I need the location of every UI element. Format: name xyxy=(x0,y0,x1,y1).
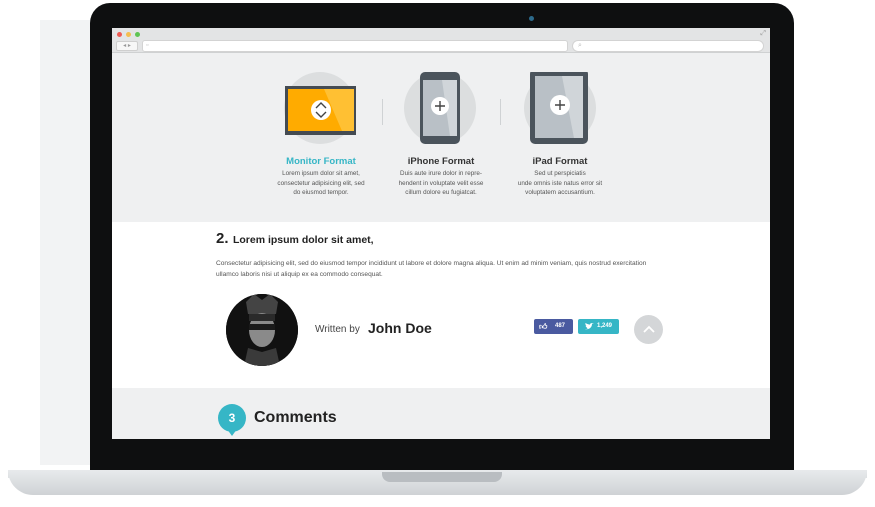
comment-count-tail xyxy=(227,429,237,436)
avatar-portrait xyxy=(226,294,298,366)
page-icon: ▫ xyxy=(146,42,149,49)
article-section: 2. Lorem ipsum dolor sit amet, Consectet… xyxy=(112,222,770,388)
like-button[interactable]: 👍︎ 487 xyxy=(534,319,573,334)
format-title[interactable]: iPad Format xyxy=(490,156,630,167)
section-title: Lorem ipsum dolor sit amet, xyxy=(232,234,374,246)
laptop-notch xyxy=(382,472,502,482)
author-name[interactable]: John Doe xyxy=(368,320,432,336)
twitter-icon xyxy=(585,323,594,330)
tweet-count: 1,249 xyxy=(597,323,613,329)
format-divider xyxy=(500,99,501,125)
format-ipad[interactable] xyxy=(524,69,596,144)
minimize-window-icon[interactable] xyxy=(126,32,131,37)
screen: ◂ ▸ ▫ ⌕ ⤢ Monitor Format Lorem ipsum dol… xyxy=(112,28,770,439)
maximize-window-icon[interactable] xyxy=(135,32,140,37)
iphone-icon xyxy=(420,72,460,144)
format-iphone[interactable] xyxy=(404,72,476,144)
chevron-up-icon xyxy=(642,325,655,333)
back-forward-buttons[interactable]: ◂ ▸ xyxy=(116,41,138,51)
address-bar[interactable]: ▫ xyxy=(142,40,568,52)
comment-count-badge: 3 xyxy=(218,404,246,432)
ipad-icon xyxy=(530,69,588,144)
comments-title: Comments xyxy=(254,409,337,426)
scroll-top-button[interactable] xyxy=(634,315,663,344)
comments-section: 3 Comments xyxy=(112,388,770,439)
section-number: 2. xyxy=(216,230,229,247)
section-heading: 2. Lorem ipsum dolor sit amet, xyxy=(216,230,374,248)
formats-section: Monitor Format Lorem ipsum dolor sit ame… xyxy=(112,53,770,222)
format-monitor[interactable] xyxy=(284,72,357,144)
format-description: Sed ut perspiciatis unde omnis iste natu… xyxy=(517,170,603,196)
browser-search-bar[interactable]: ⌕ xyxy=(572,40,764,52)
camera-icon xyxy=(529,16,534,21)
format-title[interactable]: Monitor Format xyxy=(251,156,391,167)
fullscreen-icon[interactable]: ⤢ xyxy=(760,30,766,38)
tweet-button[interactable]: 1,249 xyxy=(578,319,619,334)
close-window-icon[interactable] xyxy=(117,32,122,37)
thumbs-up-icon: 👍︎ xyxy=(539,322,548,331)
like-count: 487 xyxy=(555,323,566,329)
monitor-icon xyxy=(285,86,357,135)
format-description: Lorem ipsum dolor sit amet, consectetur … xyxy=(277,170,365,196)
author-avatar[interactable] xyxy=(226,294,298,366)
browser-chrome: ◂ ▸ ▫ ⌕ ⤢ xyxy=(112,28,770,53)
search-icon: ⌕ xyxy=(578,42,582,49)
format-divider xyxy=(382,99,383,125)
article-body: Consectetur adipisicing elit, sed do eiu… xyxy=(216,260,647,278)
written-by-label: Written by xyxy=(315,324,360,335)
